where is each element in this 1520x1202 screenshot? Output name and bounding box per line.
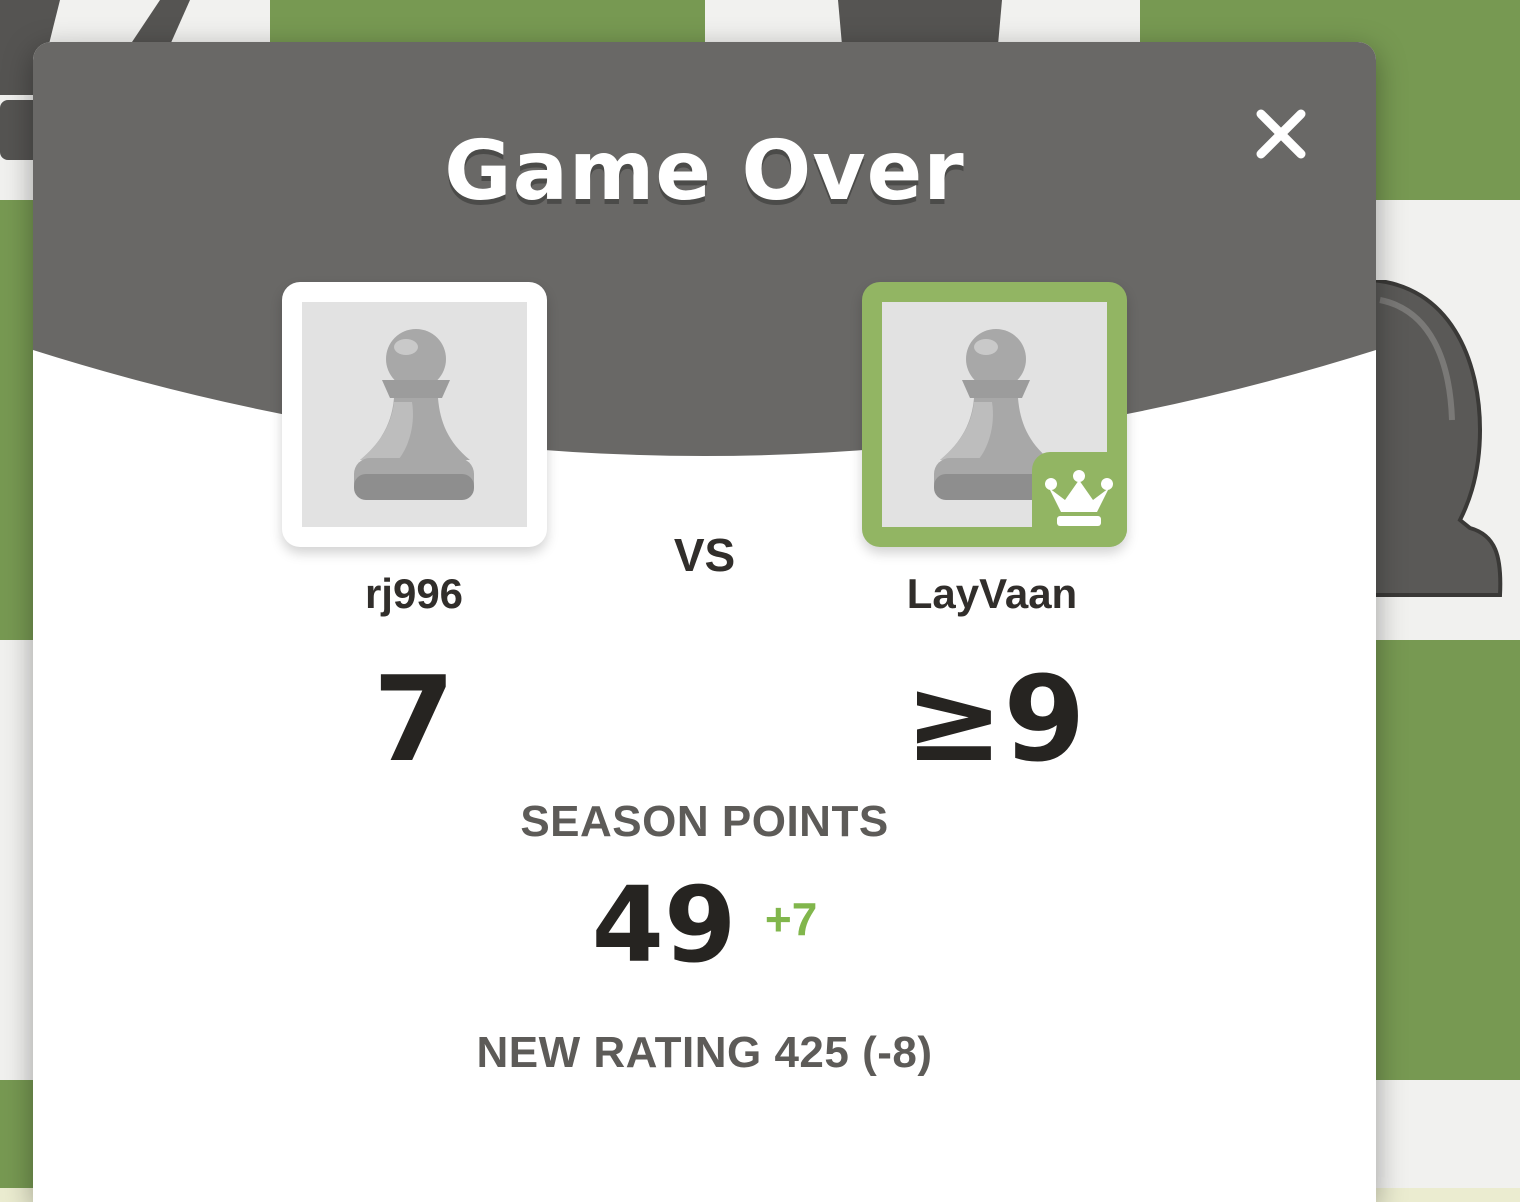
crown-icon <box>1045 470 1113 526</box>
black-pawn-piece-icon <box>130 0 190 45</box>
season-points-value: 49 <box>591 864 737 986</box>
pawn-avatar-icon <box>354 329 474 500</box>
player-username-right[interactable]: LayVaan <box>842 570 1142 618</box>
close-icon <box>1256 109 1306 159</box>
player-card-right[interactable] <box>862 282 1127 547</box>
winner-badge <box>1032 452 1127 547</box>
new-rating: NEW RATING 425 (-8) <box>33 1028 1376 1078</box>
new-rating-change: (-8) <box>862 1028 933 1077</box>
player-card-left[interactable] <box>282 282 547 547</box>
season-points-label: SEASON POINTS <box>520 797 889 846</box>
black-pawn-piece-icon <box>1370 280 1503 597</box>
modal-header-background <box>33 42 1376 456</box>
game-over-modal: Game Over VS rj996 LayVaan 7 ≥9 SEASON P… <box>33 42 1376 1202</box>
new-rating-label: NEW RATING <box>476 1028 762 1077</box>
season-points: 49 +7 <box>33 864 1376 986</box>
versus-label: VS <box>673 529 736 581</box>
season-points-delta: +7 <box>764 893 818 945</box>
player-score-left: 7 <box>372 650 456 788</box>
player-score-right: ≥9 <box>904 650 1086 788</box>
modal-title: Game Over <box>444 124 965 219</box>
close-button[interactable] <box>1251 104 1311 164</box>
avatar <box>302 302 527 527</box>
new-rating-value: 425 <box>774 1028 850 1077</box>
player-username-left[interactable]: rj996 <box>264 570 564 618</box>
